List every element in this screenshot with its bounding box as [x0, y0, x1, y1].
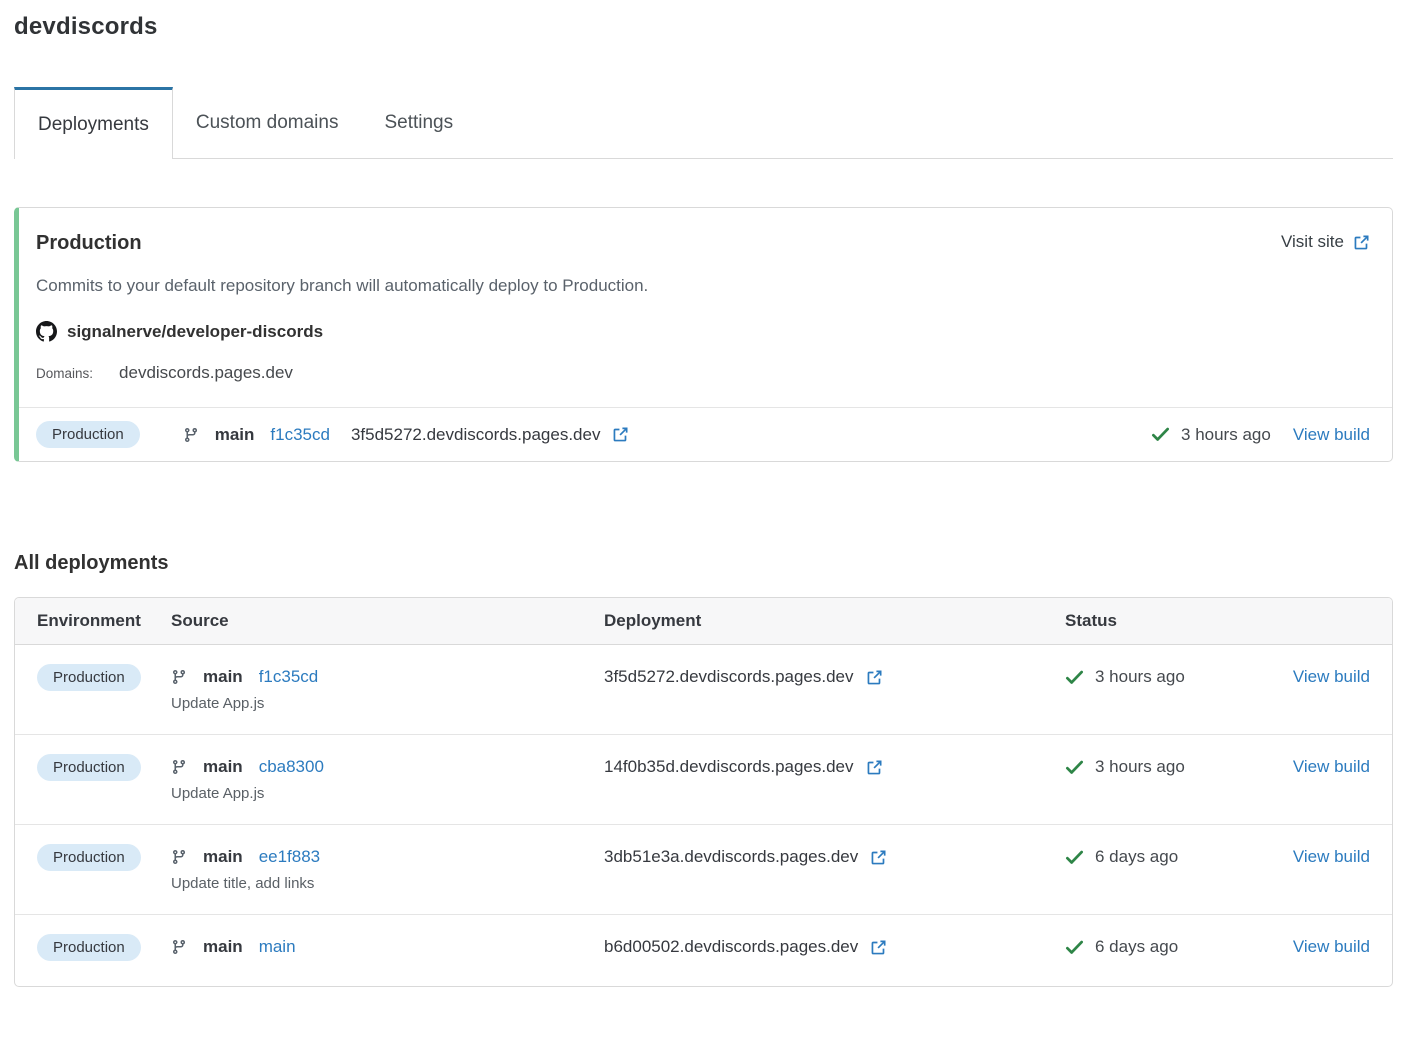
- table-row: Production main main b6d00502.devdiscord…: [15, 915, 1392, 986]
- deployment-url: 3f5d5272.devdiscords.pages.dev: [604, 667, 854, 687]
- status-time: 6 days ago: [1095, 937, 1178, 957]
- commit-message: Update App.js: [171, 785, 604, 802]
- check-icon: [1065, 758, 1084, 777]
- external-link-icon[interactable]: [612, 426, 629, 443]
- table-header: Environment Source Deployment Status: [15, 598, 1392, 645]
- status-time: 6 days ago: [1095, 847, 1178, 867]
- table-row: Production main cba8300 Update App.js 14…: [15, 735, 1392, 825]
- domains-row: Domains: devdiscords.pages.dev: [36, 363, 1370, 383]
- check-icon: [1065, 938, 1084, 957]
- git-branch-icon: [171, 939, 187, 955]
- page-title: devdiscords: [14, 13, 1393, 41]
- branch-name: main: [203, 757, 243, 777]
- visit-site-label: Visit site: [1281, 232, 1344, 252]
- production-card: Production Visit site Commits to your de…: [14, 207, 1393, 462]
- deployment-url: 3db51e3a.devdiscords.pages.dev: [604, 847, 858, 867]
- visit-site-link[interactable]: Visit site: [1281, 232, 1370, 252]
- branch-name: main: [215, 425, 255, 445]
- production-deployment-row: Production main f1c35cd 3f5d5272.devdisc…: [19, 407, 1392, 461]
- environment-badge: Production: [37, 844, 141, 871]
- commit-link[interactable]: ee1f883: [259, 847, 320, 867]
- check-icon: [1065, 668, 1084, 687]
- pages-project-page: devdiscords Deployments Custom domains S…: [0, 0, 1413, 987]
- status-time: 3 hours ago: [1095, 757, 1185, 777]
- view-build-link[interactable]: View build: [1293, 425, 1370, 445]
- environment-badge: Production: [37, 934, 141, 961]
- view-build-link[interactable]: View build: [1293, 667, 1370, 686]
- environment-badge: Production: [37, 754, 141, 781]
- column-header-status: Status: [1065, 611, 1284, 631]
- commit-message: Update App.js: [171, 695, 604, 712]
- production-description: Commits to your default repository branc…: [36, 276, 1370, 296]
- branch-name: main: [203, 667, 243, 687]
- status-time: 3 hours ago: [1181, 425, 1271, 445]
- tab-settings[interactable]: Settings: [361, 87, 476, 158]
- repository-row: signalnerve/developer-discords: [36, 321, 1370, 342]
- column-header-environment: Environment: [37, 611, 171, 631]
- status-time: 3 hours ago: [1095, 667, 1185, 687]
- external-link-icon[interactable]: [870, 849, 887, 866]
- commit-link[interactable]: f1c35cd: [270, 425, 330, 445]
- table-row: Production main ee1f883 Update title, ad…: [15, 825, 1392, 915]
- tab-deployments[interactable]: Deployments: [14, 87, 173, 159]
- deployments-table: Environment Source Deployment Status Pro…: [14, 597, 1393, 987]
- external-link-icon[interactable]: [866, 759, 883, 776]
- tab-bar: Deployments Custom domains Settings: [14, 87, 1393, 159]
- external-link-icon[interactable]: [866, 669, 883, 686]
- external-link-icon[interactable]: [870, 939, 887, 956]
- git-branch-icon: [171, 849, 187, 865]
- domains-label: Domains:: [36, 366, 93, 381]
- commit-link[interactable]: cba8300: [259, 757, 324, 777]
- table-row: Production main f1c35cd Update App.js 3f…: [15, 645, 1392, 735]
- github-icon: [36, 321, 57, 342]
- view-build-link[interactable]: View build: [1293, 937, 1370, 956]
- environment-badge: Production: [37, 664, 141, 691]
- commit-message: Update title, add links: [171, 875, 604, 892]
- repository-name: signalnerve/developer-discords: [67, 322, 323, 342]
- environment-badge: Production: [36, 421, 140, 448]
- check-icon: [1151, 425, 1170, 444]
- column-header-deployment: Deployment: [604, 611, 1065, 631]
- git-branch-icon: [171, 759, 187, 775]
- deployment-url: 3f5d5272.devdiscords.pages.dev: [351, 425, 601, 445]
- external-link-icon: [1353, 234, 1370, 251]
- check-icon: [1065, 848, 1084, 867]
- commit-link[interactable]: main: [259, 937, 296, 957]
- all-deployments-title: All deployments: [14, 552, 1393, 575]
- view-build-link[interactable]: View build: [1293, 847, 1370, 866]
- git-branch-icon: [183, 427, 199, 443]
- view-build-link[interactable]: View build: [1293, 757, 1370, 776]
- deployment-url: b6d00502.devdiscords.pages.dev: [604, 937, 858, 957]
- column-header-source: Source: [171, 611, 604, 631]
- commit-link[interactable]: f1c35cd: [259, 667, 319, 687]
- deployments-table-body: Production main f1c35cd Update App.js 3f…: [15, 645, 1392, 986]
- domains-value: devdiscords.pages.dev: [119, 363, 293, 383]
- branch-name: main: [203, 847, 243, 867]
- production-card-title: Production: [36, 232, 142, 255]
- tab-custom-domains[interactable]: Custom domains: [173, 87, 362, 158]
- deployment-url: 14f0b35d.devdiscords.pages.dev: [604, 757, 854, 777]
- branch-name: main: [203, 937, 243, 957]
- git-branch-icon: [171, 669, 187, 685]
